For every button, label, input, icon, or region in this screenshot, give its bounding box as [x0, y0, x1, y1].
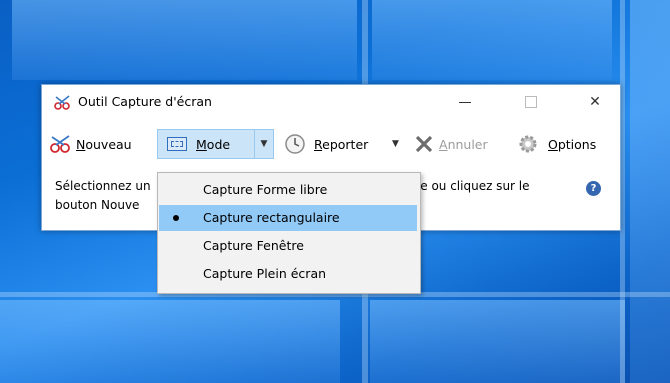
mode-dropdown-menu: Capture Forme libre Capture rectangulair… — [157, 172, 421, 294]
options-button-label: Options — [548, 136, 597, 152]
menu-item-rectangular[interactable]: Capture rectangulaire — [159, 205, 417, 231]
wallpaper-pane — [12, 0, 357, 80]
status-text-line2: bouton Nouve — [55, 198, 140, 212]
menu-item-label: Capture Forme libre — [203, 182, 328, 197]
gear-icon — [519, 135, 537, 153]
status-text-left: Sélectionnez un — [55, 179, 151, 193]
menu-item-free-form[interactable]: Capture Forme libre — [159, 177, 417, 203]
wallpaper-pane — [370, 300, 625, 383]
cancel-button-label: Annuler — [439, 136, 488, 152]
options-button[interactable]: Options — [516, 129, 596, 159]
cancel-x-icon — [415, 135, 433, 153]
cancel-button[interactable]: Annuler — [414, 129, 488, 159]
menu-item-label: Capture Fenêtre — [203, 238, 304, 253]
mode-button-label: Mode — [196, 136, 231, 152]
maximize-icon — [525, 96, 537, 108]
close-button[interactable]: ✕ — [572, 85, 618, 119]
wallpaper-pane — [0, 300, 340, 383]
menu-item-label: Capture Plein écran — [203, 266, 327, 281]
menu-item-window[interactable]: Capture Fenêtre — [159, 233, 417, 259]
close-icon: ✕ — [589, 94, 601, 110]
help-icon[interactable]: ? — [586, 181, 601, 196]
menu-item-label: Capture rectangulaire — [203, 210, 340, 225]
clock-icon — [285, 134, 305, 154]
delay-button[interactable]: Reporter — [284, 129, 368, 159]
scissors-app-icon — [54, 95, 70, 110]
delay-dropdown-arrow[interactable]: ▼ — [392, 129, 399, 159]
minimize-button[interactable] — [442, 85, 488, 119]
title-bar: Outil Capture d'écran ✕ — [42, 85, 620, 119]
minimize-icon — [459, 101, 471, 103]
chevron-down-icon: ▼ — [260, 139, 268, 149]
scissors-icon — [50, 135, 70, 153]
selected-bullet-icon — [173, 215, 179, 221]
toolbar: Nouveau Mode ▼ Reporter ▼ Annuler Option… — [42, 129, 620, 159]
window-title: Outil Capture d'écran — [78, 94, 212, 109]
rectangle-snip-icon — [167, 137, 187, 151]
new-button-label: Nouveau — [76, 136, 132, 152]
wallpaper-pane — [630, 0, 670, 383]
status-text-right: de ou cliquez sur le — [412, 179, 530, 193]
maximize-button[interactable] — [508, 85, 554, 119]
mode-button[interactable]: Mode — [157, 129, 255, 159]
menu-item-full-screen[interactable]: Capture Plein écran — [159, 261, 417, 287]
delay-button-label: Reporter — [314, 136, 369, 152]
chevron-down-icon: ▼ — [392, 139, 399, 149]
mode-dropdown-arrow[interactable]: ▼ — [254, 129, 274, 159]
new-button[interactable]: Nouveau — [50, 129, 132, 159]
wallpaper-pane — [372, 0, 612, 80]
